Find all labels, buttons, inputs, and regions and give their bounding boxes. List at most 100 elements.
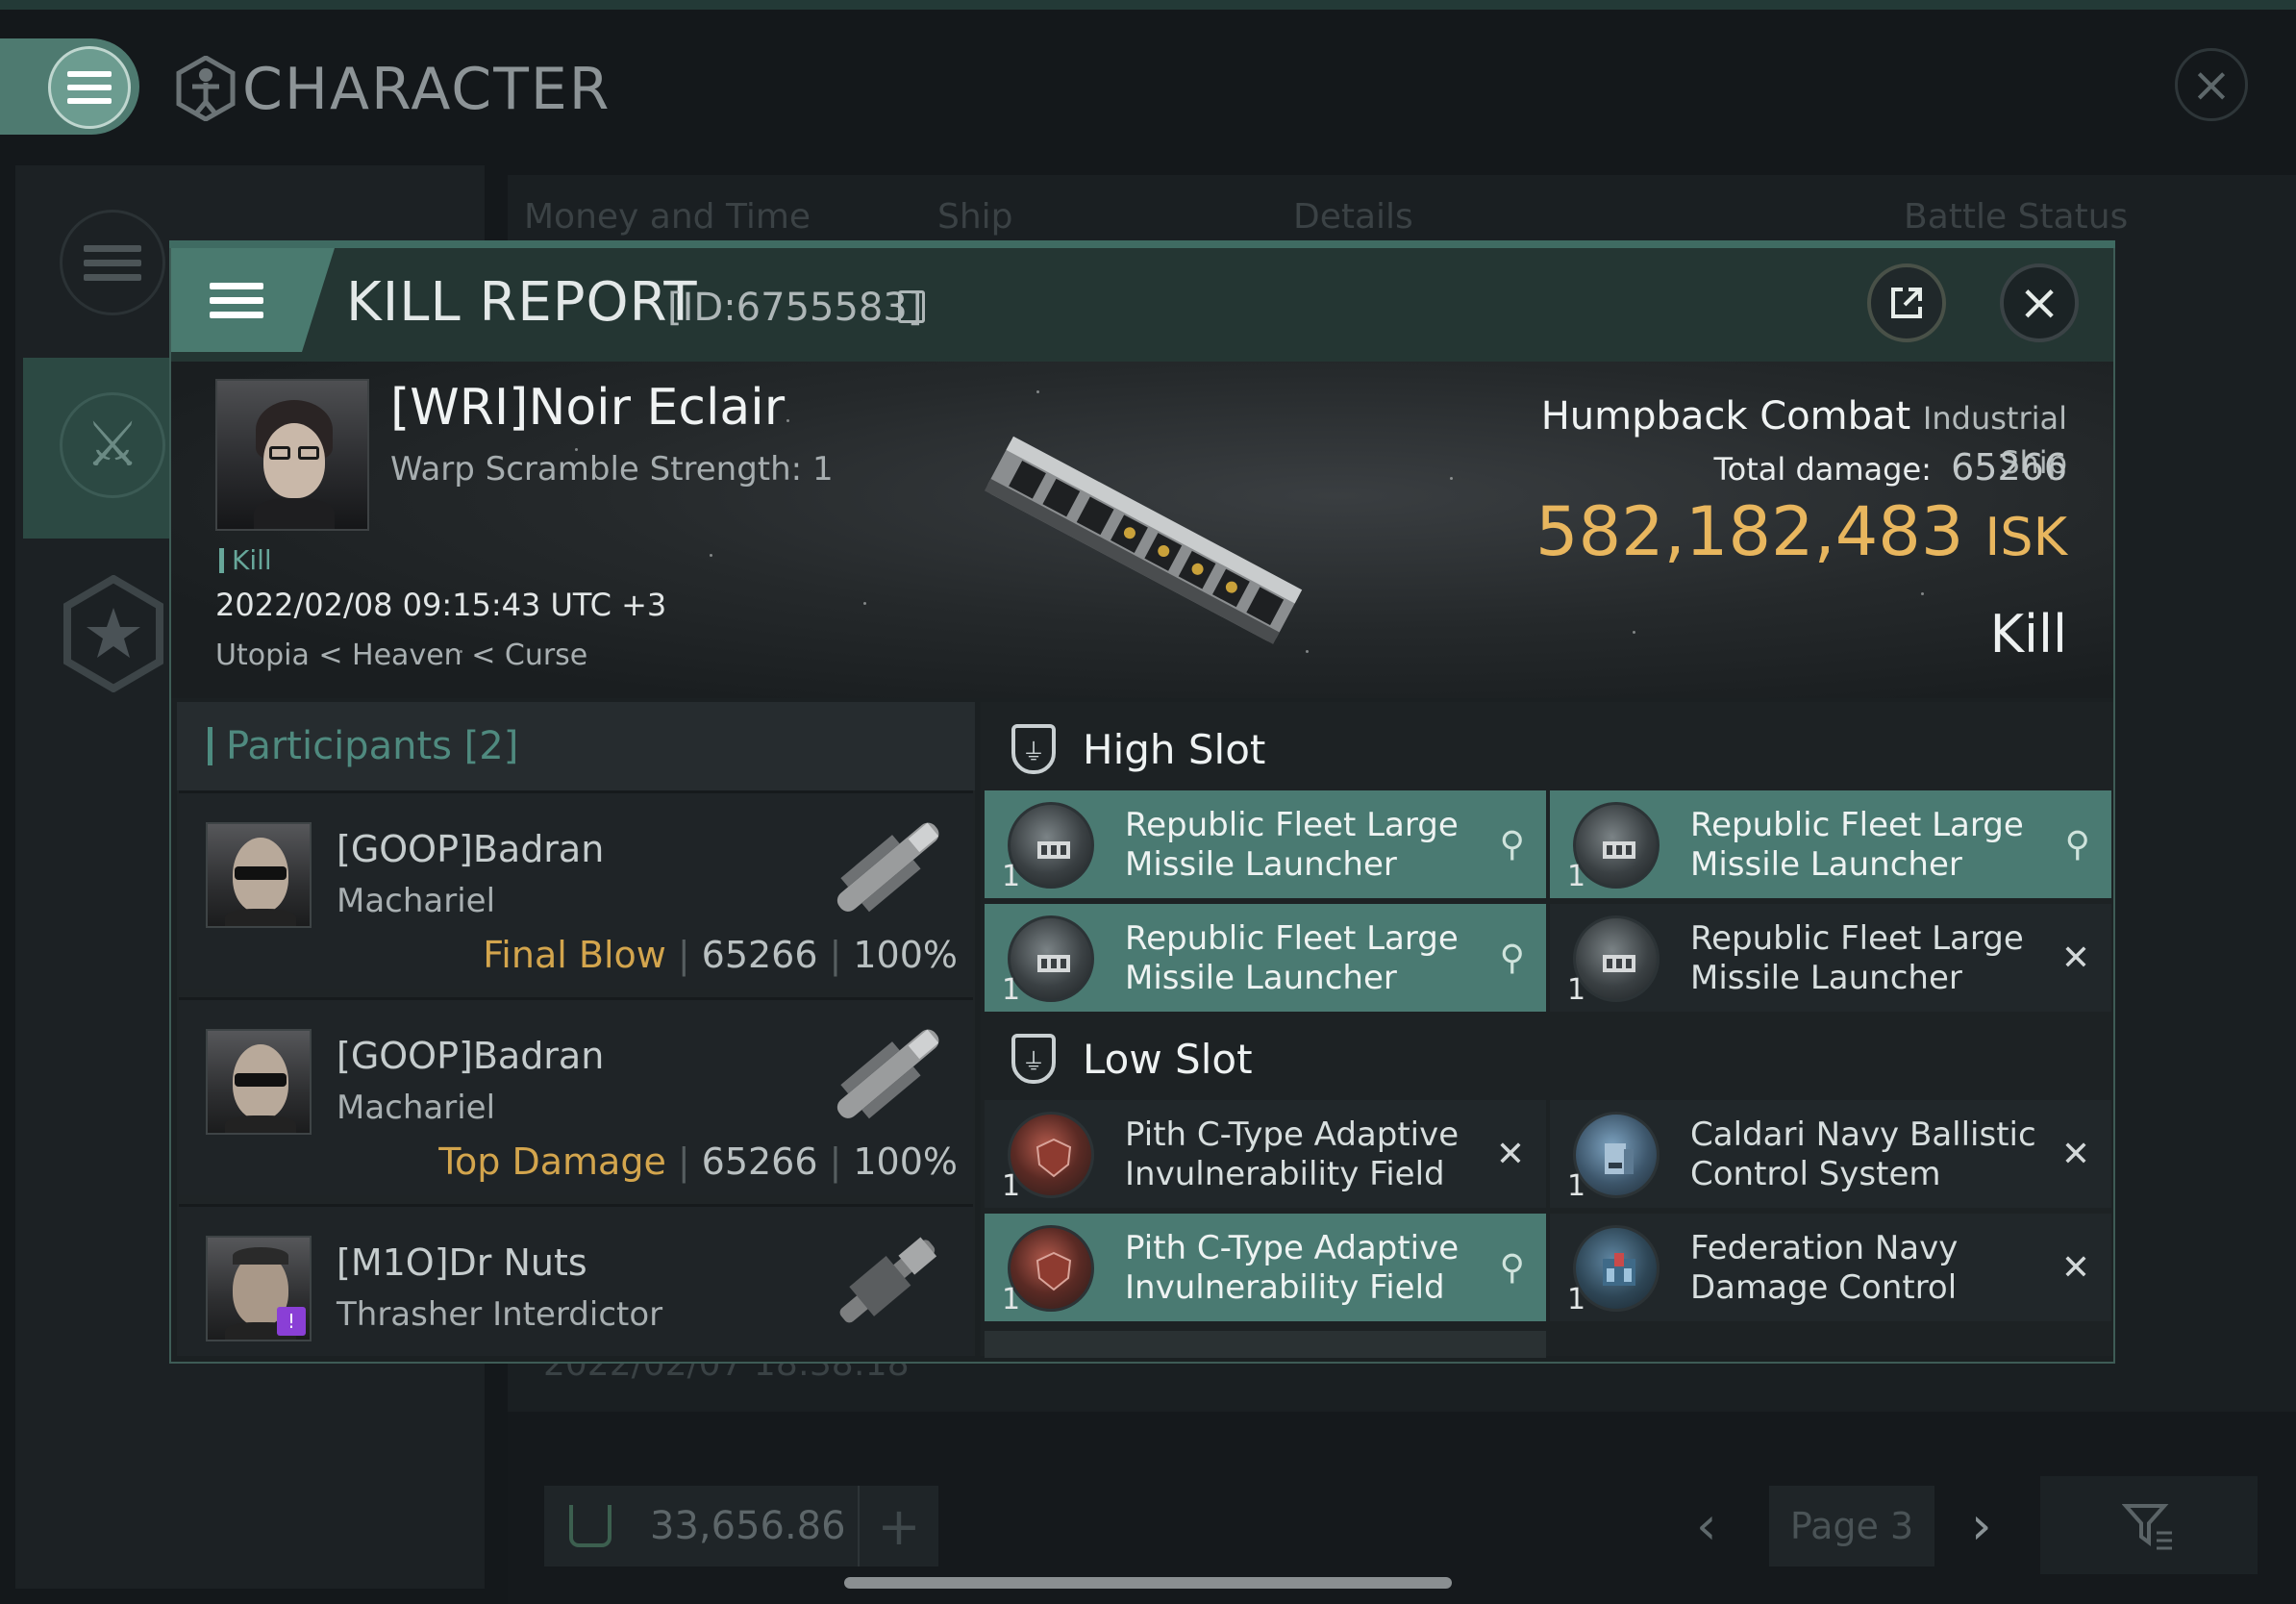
star-badge-icon [63,575,163,692]
participant-name: [GOOP]Badran [337,828,605,870]
participant-name: [GOOP]Badran [337,1035,605,1077]
module-name: Caldari Navy Ballistic Control System [1690,1115,2036,1193]
kill-timestamp: 2022/02/08 09:15:43 UTC +3 [215,587,667,623]
column-ship[interactable]: Ship [937,197,1013,237]
participant-portrait [206,1029,312,1135]
person-icon: ⚲ [1499,825,1525,865]
page-title: CHARACTER [242,56,611,123]
side-tab-combat[interactable]: ⚔ [60,392,165,498]
kill-tag-label: Kill [232,544,272,576]
x-icon: ✕ [2060,1135,2090,1174]
participant-portrait: ! [206,1236,312,1341]
module-qty: 1 [1002,1169,1021,1203]
person-icon: ⚲ [2064,825,2090,865]
person-icon: ⚲ [1499,939,1525,978]
side-tab-menu[interactable] [60,210,165,315]
column-money-time[interactable]: Money and Time [524,197,811,237]
close-icon: × [2191,57,2232,113]
close-icon: × [2018,274,2060,332]
module-slot[interactable]: 1 Caldari Navy Ballistic Control System … [1550,1100,2111,1208]
isk-amount: 582,182,483 [1535,492,1964,571]
victim-portrait[interactable] [215,379,369,531]
plus-icon: + [877,1495,921,1557]
participant-ship: Machariel [337,882,496,920]
main-menu-button[interactable] [48,46,131,129]
missile-launcher-icon [1008,915,1094,1002]
participant-stats: Final Blow | 65266 | 100% [483,934,958,976]
header-accent-line [169,240,2115,248]
x-icon: ✕ [2060,1248,2090,1288]
module-name: Republic Fleet Large Missile Launcher [1690,806,2024,884]
participant-card[interactable]: [GOOP]Badran Machariel Top Damage | 65266 |… [179,997,973,1195]
module-qty: 1 [1567,860,1586,893]
wallet-display: 33,656.86 + [544,1486,938,1566]
participant-card[interactable]: [GOOP]Badran Machariel Final Blow | 65266 |… [179,790,973,989]
share-icon [1891,288,1922,318]
prev-page-button[interactable]: ‹ [1696,1495,1717,1556]
close-button[interactable]: × [2000,263,2079,342]
isk-value: 582,182,483 ISK [1513,492,2067,571]
hamburger-icon [67,71,112,104]
top-bar [0,0,2296,10]
scroll-handle[interactable] [844,1577,1452,1589]
column-battle-status[interactable]: Battle Status [1904,197,2128,237]
kill-result: Kill [1989,604,2067,664]
column-details[interactable]: Details [1293,197,1413,237]
missile-launcher-icon [1008,802,1094,889]
participant-card[interactable]: ! [M1O]Dr Nuts Thrasher Interdictor [179,1204,973,1356]
invulnerability-field-icon [1008,1112,1094,1198]
participant-damage: 65266 [701,1140,818,1183]
ship-name-text: Humpback Combat [1540,394,1911,439]
chevron-right-icon: › [1971,1495,1992,1556]
ballistic-control-icon [1573,1112,1660,1198]
participants-label: Participants [2] [226,724,519,768]
low-slot-icon: ⏚ [1011,1034,1056,1084]
filter-button[interactable] [2040,1476,2258,1574]
module-slot[interactable]: 1 Pith C-Type Adaptive Invulnerability F… [985,1214,1546,1321]
module-slot[interactable]: 1 Republic Fleet Large Missile Launcher … [1550,904,2111,1012]
module-name: Republic Fleet Large Missile Launcher [1125,806,1459,884]
total-damage: Total damage: 65266 [1513,446,2067,489]
victim-ship-render [984,436,1303,644]
share-button[interactable] [1867,263,1946,342]
invulnerability-field-icon [1008,1225,1094,1312]
filter-icon [2122,1504,2172,1550]
copy-icon[interactable] [898,290,925,323]
module-slot[interactable]: 1 Republic Fleet Large Missile Launcher … [1550,790,2111,898]
next-page-button[interactable]: › [1971,1495,1992,1556]
participant-ship-image [836,1029,939,1119]
chevron-left-icon: ‹ [1696,1495,1717,1556]
victim-name[interactable]: [WRI]Noir Eclair [390,379,785,437]
participant-ship: Machariel [337,1089,496,1127]
module-slot-partial[interactable] [985,1331,1546,1358]
module-name: Republic Fleet Large Missile Launcher [1125,919,1459,997]
module-slot[interactable]: 1 Federation Navy Damage Control ✕ [1550,1214,2111,1321]
module-slot[interactable]: 1 Republic Fleet Large Missile Launcher … [985,790,1546,898]
kill-tag: Kill [219,544,272,576]
participant-percent: 100% [853,1140,958,1183]
close-button[interactable]: × [2175,48,2248,121]
wallet-icon [569,1505,611,1547]
total-damage-value: 65266 [1951,446,2067,489]
add-funds-button[interactable]: + [858,1486,938,1566]
character-icon [176,56,236,121]
module-qty: 1 [1002,860,1021,893]
high-slot-label: High Slot [1083,725,1266,773]
isk-unit: ISK [1984,507,2067,567]
module-qty: 1 [1567,973,1586,1007]
participant-role: Top Damage [438,1140,666,1183]
participant-damage: 65266 [701,934,818,976]
side-tab-medals[interactable] [60,575,167,692]
faction-badge-icon: ! [277,1307,306,1336]
missile-launcher-icon [1573,915,1660,1002]
participants-header: Participants [2] [177,702,975,790]
kill-report-id: [ID:6755583] [667,286,923,330]
module-slot[interactable]: 1 Pith C-Type Adaptive Invulnerability F… [985,1100,1546,1208]
module-slot[interactable]: 1 Republic Fleet Large Missile Launcher … [985,904,1546,1012]
victim-subtitle: Warp Scramble Strength: 1 [390,450,834,489]
participant-name: [M1O]Dr Nuts [337,1241,587,1284]
module-qty: 1 [1002,973,1021,1007]
low-slot-label: Low Slot [1083,1035,1253,1083]
wallet-value: 33,656.86 [650,1504,846,1548]
damage-control-icon [1573,1225,1660,1312]
